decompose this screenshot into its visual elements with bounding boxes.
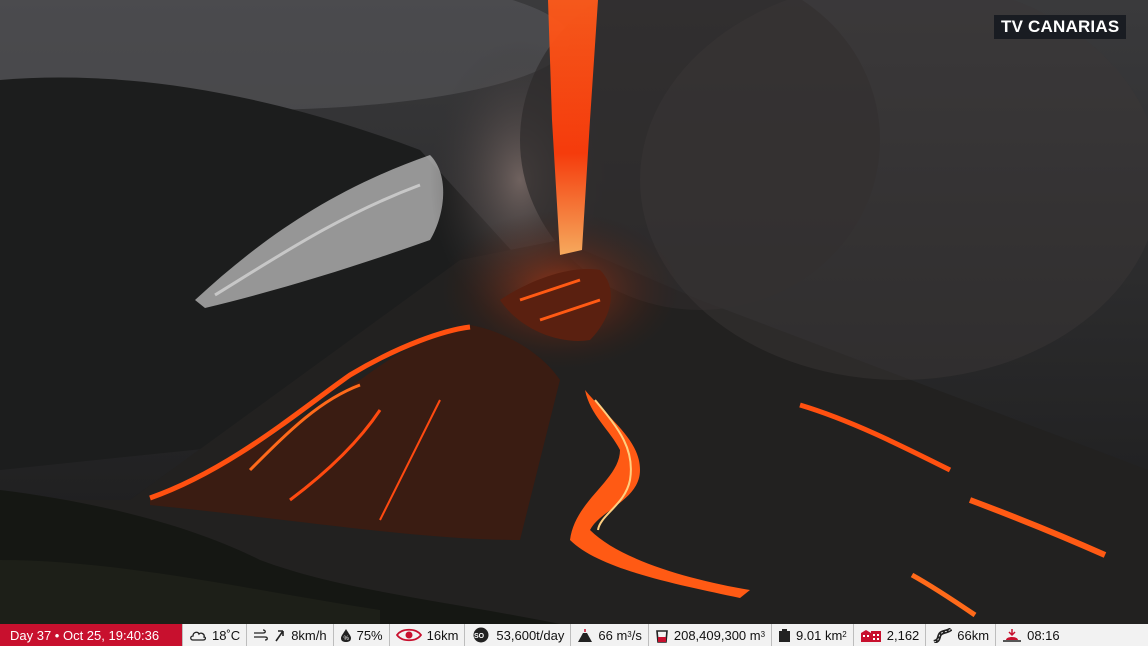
area-icon (779, 628, 791, 642)
so2-icon: SO (473, 627, 489, 643)
road-value: 66km (957, 627, 990, 643)
building-icon (860, 629, 881, 642)
lava-flow-unit: /s (631, 627, 642, 643)
buildings-destroyed: 2,162 (852, 624, 926, 646)
affected-area: 9.01 km 2 (771, 624, 853, 646)
humidity-icon: % (340, 628, 351, 642)
area-value: 9.01 km (796, 627, 843, 643)
volcano-flow-icon (578, 628, 593, 642)
broadcaster-logo: TV CANARIAS (994, 15, 1127, 39)
lava-volume: 208,409,300 m3 (647, 624, 771, 646)
status-bar: Day 37 • Oct 25, 19:40:36 18˚C 8km/h % 7… (0, 624, 1148, 646)
wind: 8km/h (246, 624, 332, 646)
arrow-direction-icon (275, 630, 284, 642)
cloud-icon (190, 631, 207, 641)
lava-flow-value: 66 m (598, 627, 628, 643)
visibility-value: 16km (426, 627, 459, 643)
road-icon (933, 627, 953, 643)
roads-affected: 66km (925, 624, 995, 646)
wind-icon (254, 629, 269, 641)
sunset-value: 08:16 (1027, 627, 1060, 643)
lava-volume-value: 208,409,300 m (673, 627, 761, 643)
svg-text:%: % (343, 636, 349, 642)
so2-value: 53,600t/day (496, 627, 565, 643)
eye-icon (395, 628, 422, 642)
humidity: % 75% (332, 624, 389, 646)
visibility: 16km (388, 624, 465, 646)
sun-horizon-icon (1003, 628, 1022, 642)
wind-value: 8km/h (291, 627, 327, 643)
sunset-time: 08:16 (995, 624, 1066, 646)
temperature-value: 18˚C (212, 627, 241, 643)
so2-emission: SO 53,600t/day (464, 624, 570, 646)
temperature: 18˚C (182, 624, 246, 646)
volcano-eruption-scene (0, 0, 1148, 624)
lava-flow-rate: 66 m 3/s (570, 624, 647, 646)
svg-text:SO: SO (474, 633, 485, 640)
humidity-value: 75% (356, 627, 383, 643)
bucket-icon (655, 629, 668, 643)
buildings-value: 2,162 (886, 627, 920, 643)
date-time: Day 37 • Oct 25, 19:40:36 (0, 624, 182, 646)
